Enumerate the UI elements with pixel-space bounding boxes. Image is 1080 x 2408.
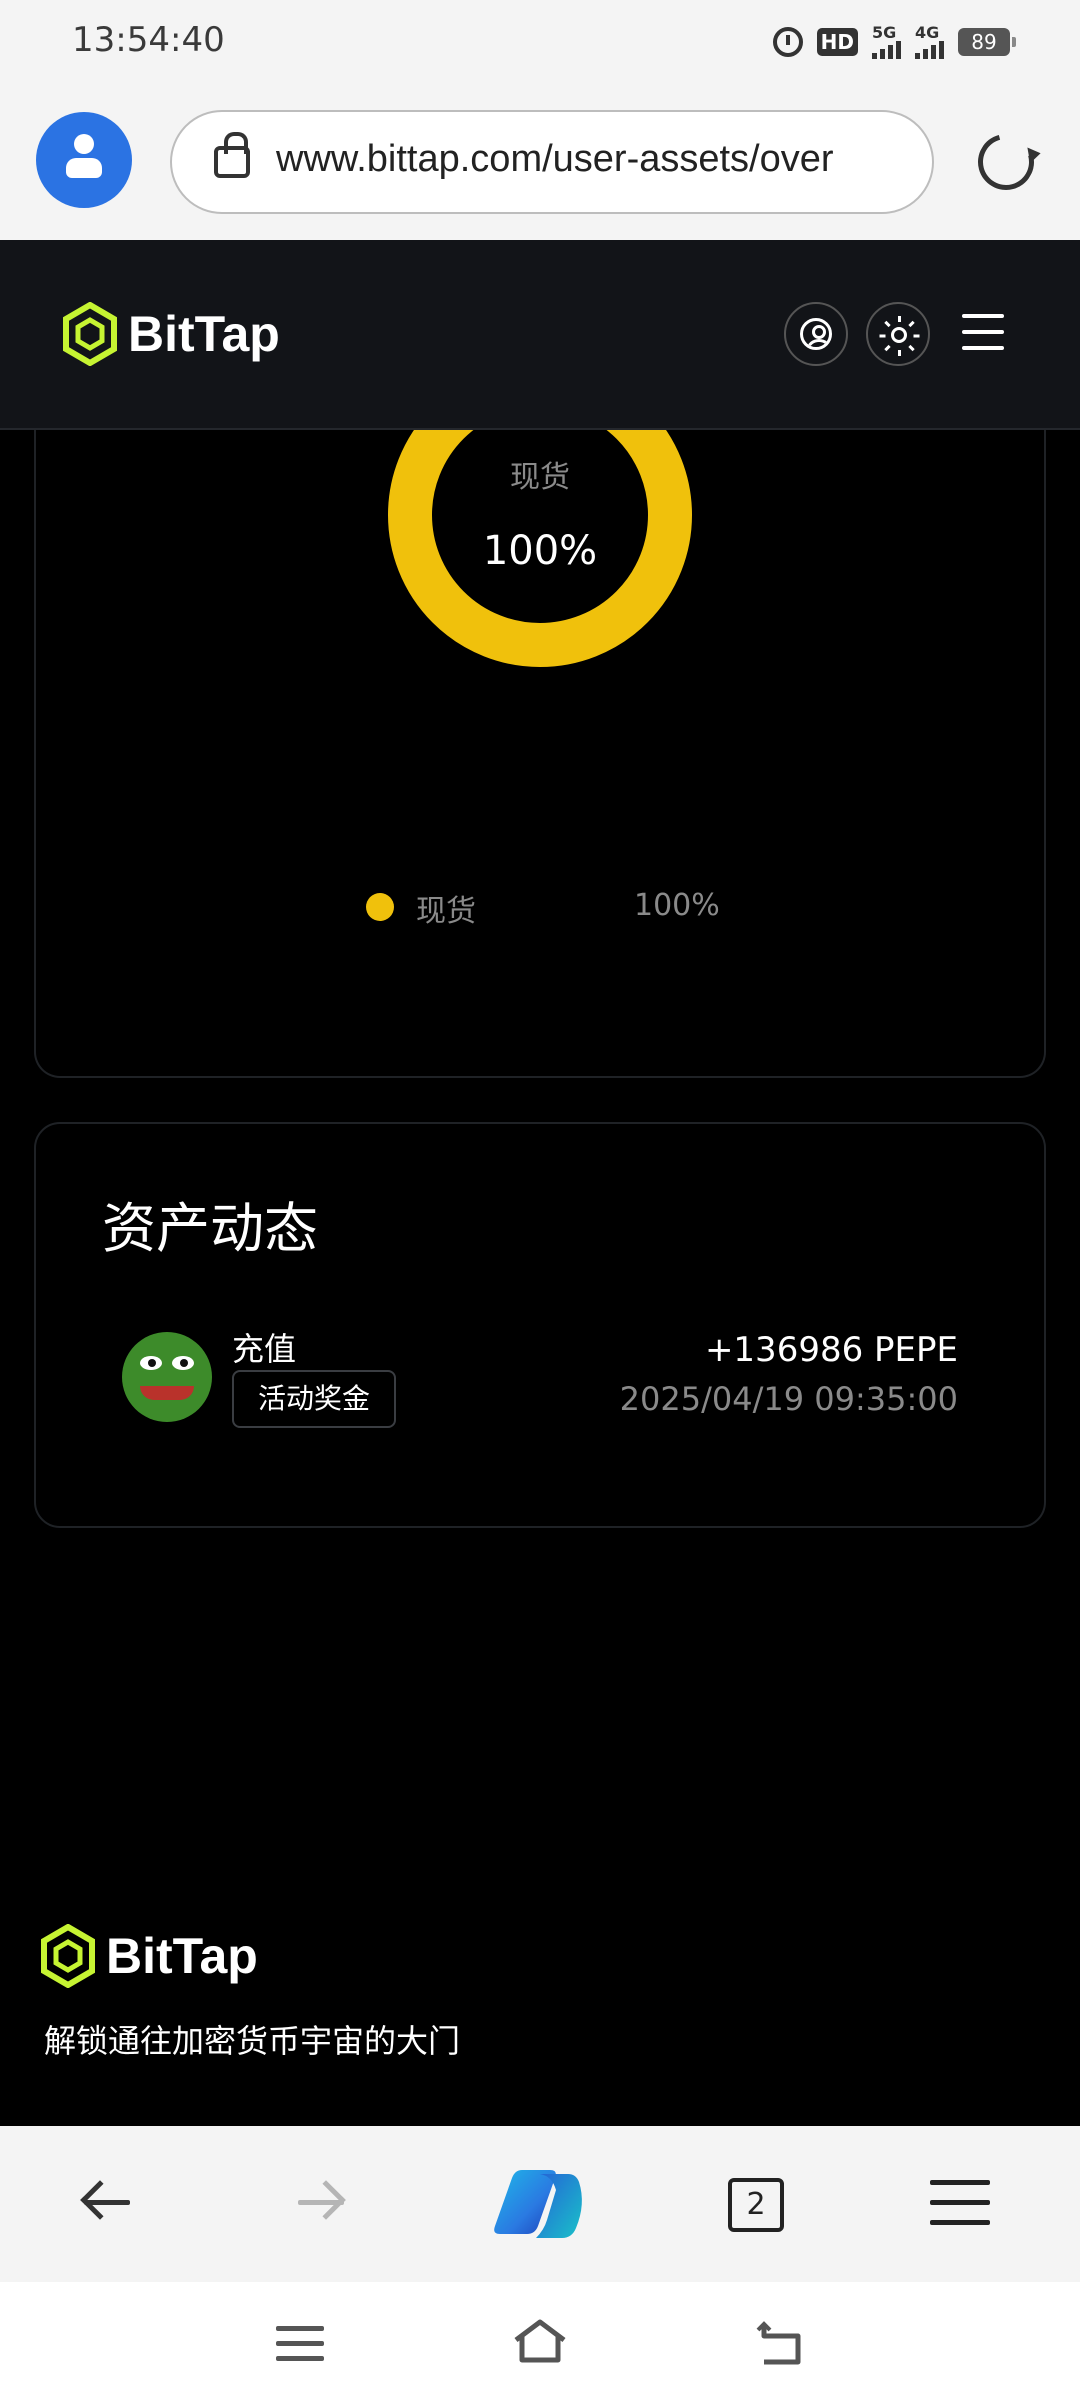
system-navigation-bar <box>0 2282 1080 2408</box>
donut-center-value: 100% <box>482 528 598 574</box>
tab-switcher-button[interactable]: 2 <box>728 2178 784 2232</box>
footer-slogan: 解锁通往加密货币宇宙的大门 <box>44 2022 461 2060</box>
system-back-icon[interactable] <box>754 2320 808 2368</box>
profile-icon[interactable] <box>36 112 132 208</box>
transaction-time: 2025/04/19 09:35:00 <box>619 1380 958 1418</box>
hd-voice-icon: HD <box>816 28 858 56</box>
status-time: 13:54:40 <box>72 20 225 60</box>
pepe-frog-icon <box>122 1332 212 1422</box>
asset-distribution-card <box>34 400 1046 1078</box>
forward-arrow-icon[interactable] <box>296 2178 346 2228</box>
url-text: www.bittap.com/user-assets/over <box>276 138 834 180</box>
user-icon <box>800 318 832 350</box>
recent-apps-icon[interactable] <box>276 2326 324 2364</box>
back-arrow-icon[interactable] <box>80 2178 132 2228</box>
copilot-icon[interactable] <box>492 2164 586 2244</box>
browser-address-bar: www.bittap.com/user-assets/over <box>0 90 1080 240</box>
site-header: BitTap <box>0 240 1080 430</box>
network-4g-label: 4G <box>915 23 940 42</box>
browser-toolbar: 2 <box>0 2126 1080 2282</box>
battery-icon: 89 <box>958 28 1016 56</box>
signal-4g-icon: 4G <box>915 25 944 59</box>
reload-icon[interactable] <box>967 123 1045 201</box>
asset-activity-card: 资产动态 充值 活动奖金 +136986 PEPE 2025/04/19 09:… <box>34 1122 1046 1528</box>
activity-title: 资产动态 <box>102 1197 318 1260</box>
legend-value: 100% <box>634 888 720 923</box>
transaction-type: 充值 <box>232 1330 297 1368</box>
bittap-logo-icon <box>63 302 117 366</box>
lock-icon <box>214 132 250 178</box>
status-icons: HD 5G 4G 89 <box>772 22 1016 62</box>
legend-label: 现货 <box>416 894 476 929</box>
browser-menu-icon[interactable] <box>930 2180 990 2230</box>
hamburger-menu-icon[interactable] <box>962 314 1004 354</box>
account-button[interactable] <box>784 302 848 366</box>
url-field[interactable]: www.bittap.com/user-assets/over <box>170 110 934 214</box>
network-5g-label: 5G <box>872 23 897 42</box>
transaction-amount: +136986 PEPE <box>704 1330 958 1370</box>
bittap-logo-icon <box>41 1924 95 1988</box>
alarm-icon <box>772 27 803 57</box>
donut-center-label: 现货 <box>510 460 570 495</box>
legend-color-dot <box>366 893 394 921</box>
logo-text: BitTap <box>128 306 280 362</box>
theme-toggle-button[interactable] <box>866 302 930 366</box>
home-icon[interactable] <box>510 2316 570 2366</box>
transaction-tag: 活动奖金 <box>232 1370 397 1428</box>
footer-logo-text: BitTap <box>106 1928 258 1984</box>
sun-icon <box>891 327 907 343</box>
footer-logo[interactable]: BitTap <box>40 1924 258 1988</box>
status-bar: 13:54:40 HD 5G 4G 89 <box>0 0 1080 90</box>
site-logo[interactable]: BitTap <box>62 302 280 366</box>
signal-5g-icon: 5G <box>872 25 901 59</box>
